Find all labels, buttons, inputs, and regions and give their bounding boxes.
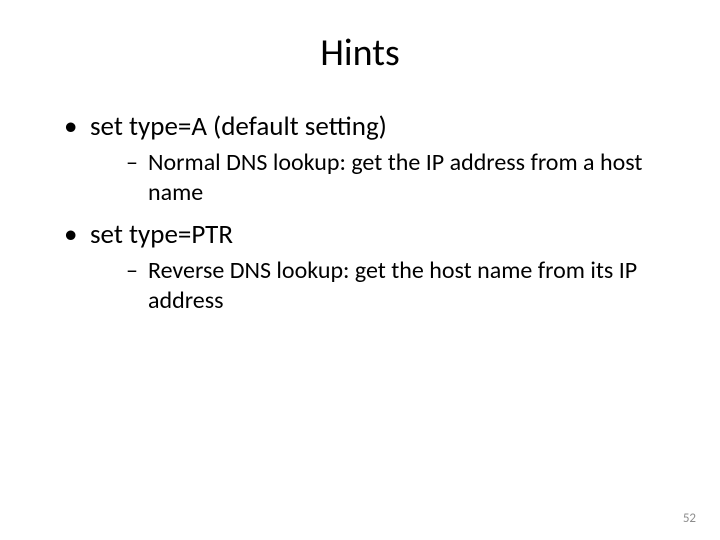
bullet-item: set type=A (default setting) Normal DNS …: [64, 110, 684, 208]
bullet-list: set type=A (default setting) Normal DNS …: [36, 110, 684, 316]
sub-bullet-text: Normal DNS lookup: get the IP address fr…: [148, 148, 642, 207]
page-number: 52: [683, 511, 696, 526]
sub-bullet-list: Reverse DNS lookup: get the host name fr…: [90, 256, 684, 316]
slide: Hints set type=A (default setting) Norma…: [0, 0, 720, 540]
slide-title: Hints: [36, 30, 684, 76]
sub-bullet-item: Normal DNS lookup: get the IP address fr…: [126, 148, 684, 208]
bullet-text: set type=A (default setting): [90, 110, 387, 143]
bullet-text: set type=PTR: [90, 218, 233, 251]
sub-bullet-text: Reverse DNS lookup: get the host name fr…: [148, 256, 637, 315]
sub-bullet-item: Reverse DNS lookup: get the host name fr…: [126, 256, 684, 316]
sub-bullet-list: Normal DNS lookup: get the IP address fr…: [90, 148, 684, 208]
bullet-item: set type=PTR Reverse DNS lookup: get the…: [64, 218, 684, 316]
